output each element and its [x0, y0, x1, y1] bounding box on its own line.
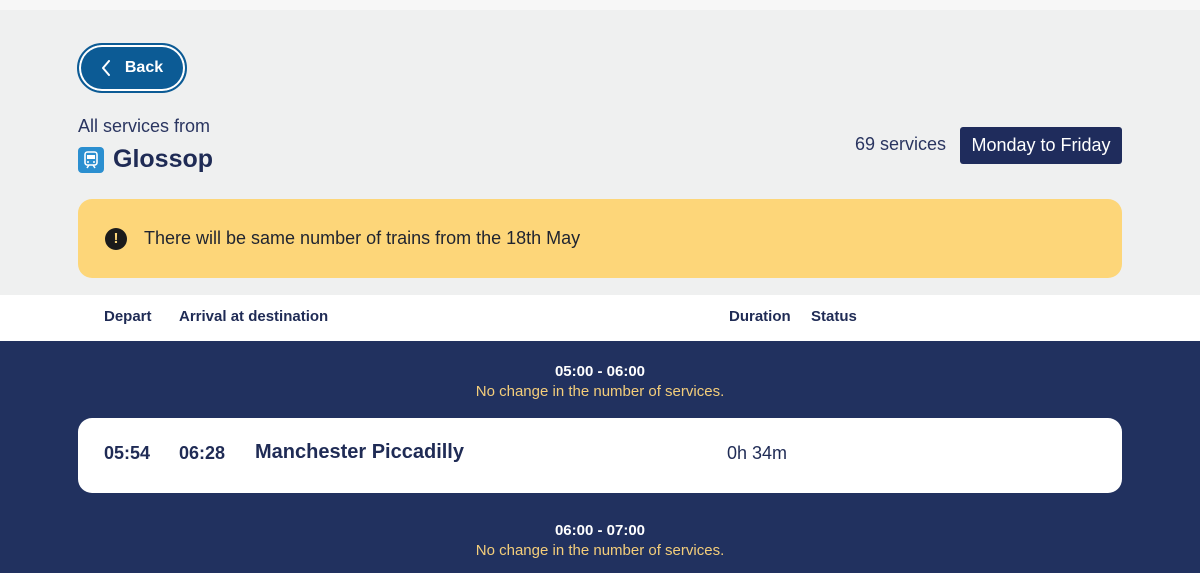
hour-band: 05:00 - 06:00 No change in the number of… — [0, 363, 1200, 400]
column-arrival: Arrival at destination — [179, 308, 329, 325]
column-duration: Duration — [729, 308, 791, 325]
station-name: Glossop — [113, 145, 214, 173]
day-filter-button[interactable]: Monday to Friday — [960, 127, 1122, 164]
back-button-label: Back — [124, 59, 164, 76]
train-icon — [78, 146, 104, 173]
service-count: 69 services — [854, 134, 946, 154]
duration: 0h 34m — [727, 443, 788, 463]
hour-range: 05:00 - 06:00 — [554, 363, 646, 380]
alert-icon: ! — [105, 227, 127, 250]
column-depart: Depart — [104, 308, 152, 325]
chevron-left-icon — [101, 60, 110, 76]
page-header: Back All services from Glossop 69 servic… — [0, 10, 1200, 295]
column-status: Status — [811, 308, 857, 325]
page-subtitle: All services from — [78, 116, 211, 136]
arrive-time: 06:28 — [179, 443, 226, 463]
change-note: No change in the number of services. — [475, 383, 725, 400]
top-strip — [0, 0, 1200, 10]
change-note: No change in the number of services. — [475, 542, 725, 559]
services-list: 05:00 - 06:00 No change in the number of… — [0, 341, 1200, 573]
hour-range: 06:00 - 07:00 — [554, 522, 646, 539]
hour-band: 06:00 - 07:00 No change in the number of… — [0, 522, 1200, 559]
service-notice: ! There will be same number of trains fr… — [78, 199, 1122, 278]
notice-message: There will be same number of trains from… — [144, 228, 581, 248]
service-row[interactable]: 05:54 06:28 Manchester Piccadilly 0h 34m — [78, 418, 1122, 493]
back-button[interactable]: Back — [77, 43, 187, 93]
depart-time: 05:54 — [104, 443, 151, 463]
station-heading: Glossop — [78, 145, 213, 174]
column-headers: Depart Arrival at destination Duration S… — [0, 295, 1200, 341]
destination: Manchester Piccadilly — [255, 441, 464, 463]
